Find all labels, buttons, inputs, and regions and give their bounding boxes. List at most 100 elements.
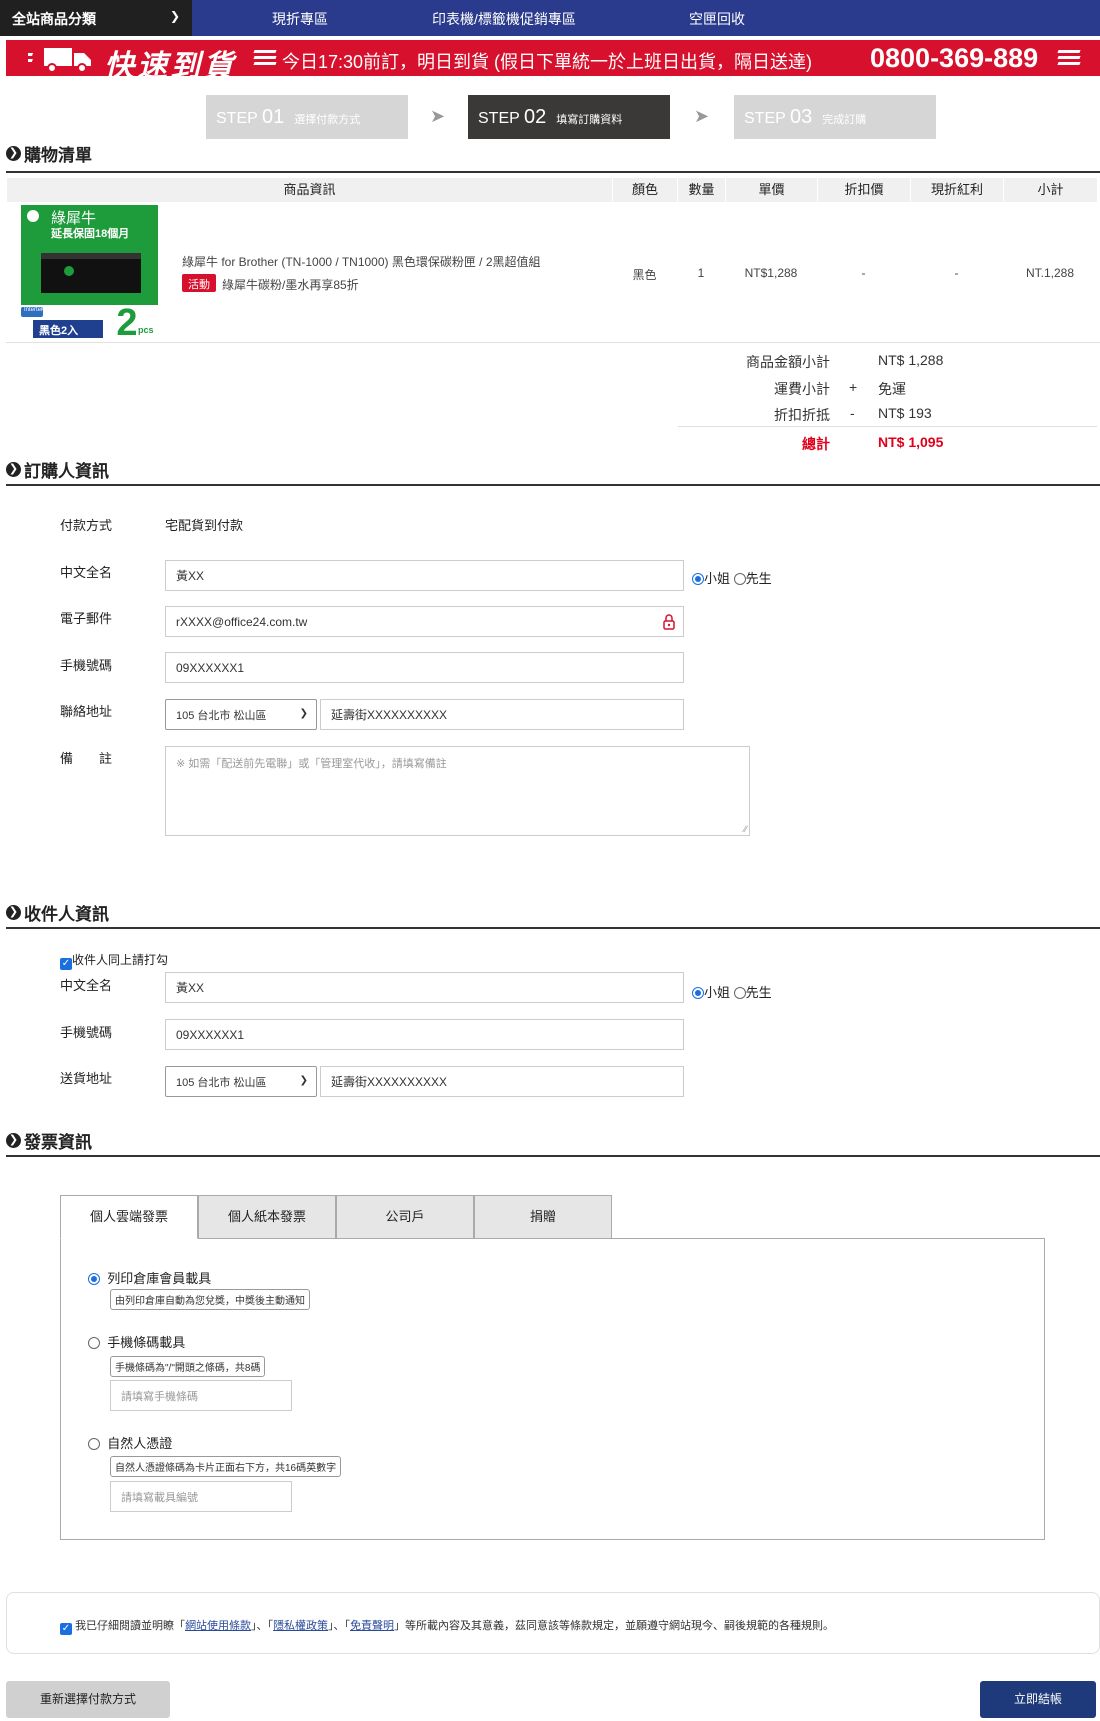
truck-icon (23, 45, 94, 76)
receiver-district-value: 105 台北市 松山區 (176, 1076, 267, 1089)
buyer-name-label: 中文全名 (60, 565, 113, 580)
radio-mr-label: 先生 (745, 985, 772, 1000)
product-image-pack: 黑色2入 (39, 325, 79, 337)
mobile-barcode-input[interactable]: 請填寫手機條碼 (110, 1380, 292, 1411)
buyer-phone-input[interactable]: 09XXXXXX1 (165, 652, 684, 683)
checkbox-icon: ✓ (60, 958, 72, 970)
buyer-note-textarea[interactable]: ※ 如需「配送前先電聯」或「管理室代收」，請填寫備註 ∕∕ (165, 746, 750, 836)
agreement-text: ✓ 我已仔細閱讀並明瞭「網站使用條款」、「隱私權政策」、「免責聲明」等所載內容及… (60, 1620, 835, 1635)
section-rule (6, 484, 1100, 486)
buyer-note-label: 備 註 (60, 751, 113, 766)
tab-personal-paper[interactable]: 個人紙本發票 (198, 1195, 336, 1239)
product-discount: - (861, 266, 866, 280)
receiver-gender-group: 小姐 先生 (692, 982, 772, 1001)
terms-link[interactable]: 網站使用條款 (185, 1620, 251, 1632)
product-image[interactable]: 2 綠犀牛 延長保固18個月 Intertek 黑色2入 pcs (21, 205, 158, 344)
receiver-street-input[interactable]: 延壽街XXXXXXXXXX (320, 1066, 684, 1097)
step-1: STEP 01 選擇付款方式 (206, 95, 408, 139)
nav-link-printer-promo[interactable]: 印表機/標籤機促銷專區 (432, 9, 576, 29)
disclaimer-link[interactable]: 免責聲明 (350, 1620, 394, 1632)
radio-mr[interactable] (733, 573, 746, 585)
invoice-option-member-label: 列印倉庫會員載具 (107, 1271, 212, 1286)
product-price: NT$1,288 (744, 266, 798, 280)
nav-link-recycle[interactable]: 空匣回收 (689, 9, 745, 29)
radio-mr[interactable] (733, 987, 746, 999)
category-label: 全站商品分類 (12, 11, 96, 27)
buyer-street-input[interactable]: 延壽街XXXXXXXXXX (320, 699, 684, 730)
summary-shipping-value: 免運 (878, 381, 906, 397)
product-image-unit: pcs (138, 325, 154, 335)
radio-icon (88, 1273, 100, 1285)
summary-deduct-sign: - (850, 405, 855, 421)
col-header-product: 商品資訊 (6, 178, 612, 202)
summary-deduct-value: NT$ 193 (878, 405, 932, 421)
receiver-name-input[interactable]: 黃XX (165, 972, 684, 1003)
payment-label: 付款方式 (60, 518, 113, 533)
summary-total-value: NT$ 1,095 (878, 434, 944, 450)
col-header-color: 顏色 (612, 178, 677, 202)
buyer-email-input[interactable]: rXXXX@office24.com.tw (165, 606, 684, 637)
category-dropdown[interactable]: 全站商品分類 ❯ (0, 0, 192, 36)
radio-miss[interactable] (692, 573, 704, 585)
nav-link-discount[interactable]: 現折專區 (272, 9, 328, 29)
citizen-cert-input[interactable]: 請填寫載具編號 (110, 1481, 292, 1512)
receiver-district-select[interactable]: 105 台北市 松山區 ❯ (165, 1066, 317, 1097)
product-name[interactable]: 綠犀牛 for Brother (TN-1000 / TN1000) 黑色環保碳… (182, 253, 602, 270)
cart-header-rule (6, 171, 1100, 173)
chevron-down-icon: ❯ (299, 1075, 308, 1086)
same-as-buyer-checkbox[interactable]: ✓ 收件人同上請打勾 (60, 951, 168, 970)
summary-deduct-label: 折扣折抵 (774, 407, 830, 423)
same-as-buyer-label: 收件人同上請打勾 (72, 953, 169, 967)
chevron-right-circle-icon: ❯ (6, 1133, 21, 1148)
svg-text:2: 2 (116, 302, 137, 340)
banner-message: 今日17:30前訂，明日到貨 (假日下單統一於上班日出貨，隔日送達) (282, 52, 813, 72)
agreement-checkbox[interactable]: ✓ (60, 1623, 72, 1635)
step-3: STEP 03 完成訂購 (734, 95, 936, 139)
summary-shipping-label: 運費小計 (774, 381, 830, 397)
resize-handle-icon[interactable]: ∕∕ (744, 824, 747, 834)
chevron-down-icon: ❯ (299, 708, 308, 719)
product-bonus: - (954, 266, 959, 280)
radio-miss[interactable] (692, 987, 704, 999)
buyer-district-select[interactable]: 105 台北市 松山區 ❯ (165, 699, 317, 730)
invoice-option-member-hint: 由列印倉庫自動為您兌獎，中獎後主動通知 (110, 1289, 310, 1310)
invoice-option-citizen-label: 自然人憑證 (107, 1436, 173, 1451)
chevron-right-circle-icon: ❯ (6, 905, 21, 920)
tab-company[interactable]: 公司戶 (336, 1195, 474, 1239)
buyer-address-label: 聯絡地址 (60, 704, 113, 719)
buyer-phone-label: 手機號碼 (60, 658, 113, 673)
receiver-phone-label: 手機號碼 (60, 1025, 113, 1040)
step-arrow-icon: ➤ (430, 106, 446, 126)
product-qty: 1 (697, 266, 705, 280)
tab-donate[interactable]: 捐贈 (474, 1195, 612, 1239)
radio-icon (88, 1337, 100, 1349)
invoice-option-citizen-hint: 自然人憑證條碼為卡片正面右下方，共16碼英數字 (110, 1456, 342, 1477)
section-rule (6, 1155, 1100, 1157)
back-button[interactable]: 重新選擇付款方式 (6, 1681, 170, 1718)
checkout-button[interactable]: 立即結帳 (980, 1681, 1096, 1718)
col-header-price: 單價 (725, 178, 817, 202)
cart-section-title: ❯ 購物清單 (6, 141, 92, 166)
invoice-option-mobile[interactable]: 手機條碼載具 (88, 1332, 185, 1351)
col-header-qty: 數量 (677, 178, 725, 202)
chevron-down-icon: ❯ (169, 9, 180, 23)
buyer-name-input[interactable]: 黃XX (165, 560, 684, 591)
receiver-address-label: 送貨地址 (60, 1071, 113, 1086)
lock-icon (663, 614, 675, 633)
buyer-district-value: 105 台北市 松山區 (176, 709, 267, 722)
invoice-option-member[interactable]: 列印倉庫會員載具 (88, 1268, 211, 1287)
row-divider (6, 342, 1100, 343)
banner-phone: 0800-369-889 (870, 43, 1039, 73)
receiver-phone-input[interactable]: 09XXXXXX1 (165, 1019, 684, 1050)
invoice-section-title: ❯ 發票資訊 (6, 1128, 92, 1153)
invoice-option-citizen[interactable]: 自然人憑證 (88, 1433, 172, 1452)
radio-mr-label: 先生 (745, 571, 772, 586)
invoice-option-mobile-hint: 手機條碼為"/"開頭之條碼，共8碼 (110, 1356, 266, 1377)
invoice-option-mobile-label: 手機條碼載具 (107, 1335, 186, 1350)
banner-stripes-icon (1057, 50, 1081, 66)
summary-goods-value: NT$ 1,288 (878, 352, 944, 368)
privacy-link[interactable]: 隱私權政策 (273, 1620, 328, 1632)
chevron-right-circle-icon: ❯ (6, 146, 21, 161)
radio-miss-label: 小姐 (704, 571, 731, 586)
tab-personal-cloud[interactable]: 個人雲端發票 (60, 1195, 198, 1239)
